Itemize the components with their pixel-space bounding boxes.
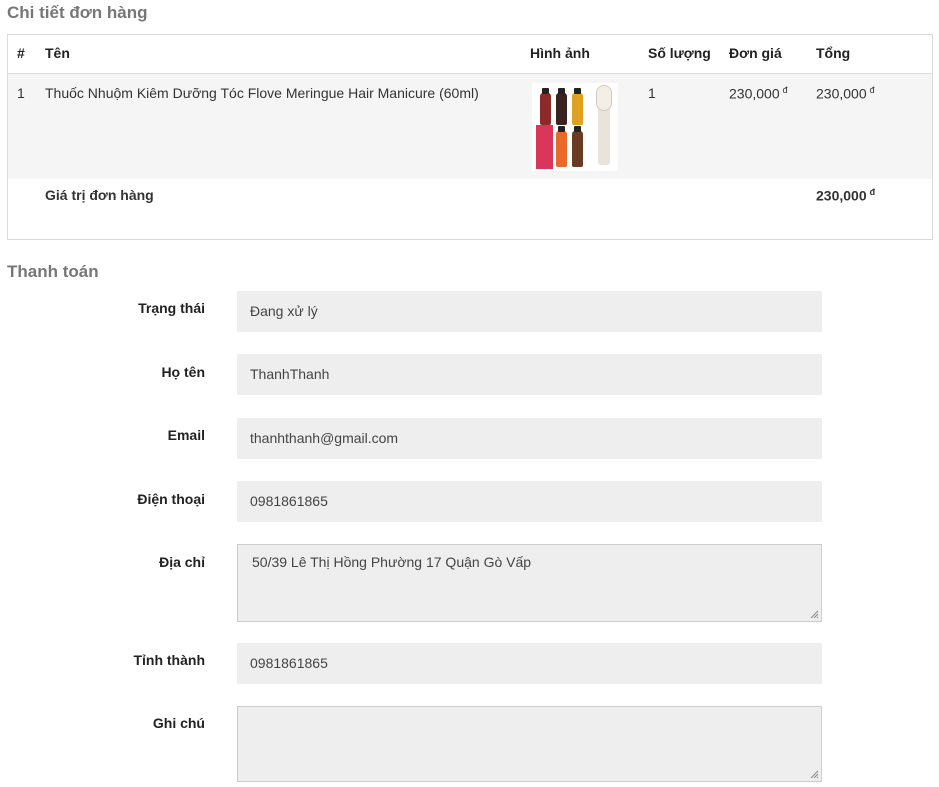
order-details-title: Chi tiết đơn hàng	[7, 3, 148, 22]
full-name-label: Họ tên	[161, 364, 205, 380]
status-field[interactable]: Đang xử lý	[237, 291, 822, 332]
address-textarea[interactable]: 50/39 Lê Thị Hồng Phường 17 Quận Gò Vấp	[237, 544, 822, 622]
item-index: 1	[17, 85, 25, 101]
item-unit-price: 230,000 đ	[729, 85, 788, 102]
address-label: Địa chỉ	[159, 554, 205, 570]
resize-handle-icon[interactable]	[810, 770, 819, 779]
bottle-icon	[556, 93, 567, 125]
col-quantity-header: Số lượng	[648, 45, 711, 61]
table-header-row: # Tên Hình ảnh Số lượng Đơn giá Tổng	[8, 35, 932, 74]
item-total-value: 230,000	[816, 85, 867, 102]
province-label: Tỉnh thành	[133, 652, 205, 668]
order-total-value: 230,000 đ	[816, 187, 875, 204]
product-box-icon	[536, 125, 553, 169]
province-field[interactable]: 0981861865	[237, 643, 822, 684]
order-total-row: Giá trị đơn hàng 230,000 đ	[8, 179, 932, 239]
currency-symbol: đ	[869, 85, 875, 95]
currency-symbol: đ	[869, 187, 876, 197]
email-label: Email	[167, 427, 205, 443]
bottle-icon	[572, 93, 583, 125]
full-name-field[interactable]: ThanhThanh	[237, 354, 822, 395]
item-name: Thuốc Nhuộm Kiêm Dưỡng Tóc Flove Meringu…	[45, 85, 479, 101]
currency-symbol: đ	[782, 85, 788, 95]
status-label: Trạng thái	[138, 300, 205, 316]
table-row: 1 Thuốc Nhuộm Kiêm Dưỡng Tóc Flove Merin…	[8, 74, 932, 179]
col-total-header: Tổng	[816, 45, 851, 61]
col-unit-price-header: Đơn giá	[729, 45, 782, 61]
bottle-icon	[556, 131, 567, 167]
unit-price-value: 230,000	[729, 85, 780, 102]
email-field[interactable]: thanhthanh@gmail.com	[237, 418, 822, 459]
payment-title: Thanh toán	[7, 262, 99, 281]
order-total-amount: 230,000	[816, 187, 867, 204]
address-value: 50/39 Lê Thị Hồng Phường 17 Quận Gò Vấp	[252, 554, 532, 570]
note-label: Ghi chú	[152, 715, 205, 731]
item-total: 230,000 đ	[816, 85, 875, 102]
order-total-label: Giá trị đơn hàng	[45, 187, 154, 203]
bottle-icon	[572, 131, 583, 167]
col-name-header: Tên	[45, 45, 70, 61]
col-index-header: #	[17, 45, 25, 61]
phone-field[interactable]: 0981861865	[237, 481, 822, 522]
col-image-header: Hình ảnh	[530, 45, 590, 61]
note-textarea[interactable]	[237, 706, 822, 782]
resize-handle-icon[interactable]	[810, 610, 819, 619]
bottle-icon	[540, 93, 551, 125]
product-image	[532, 83, 618, 171]
item-quantity: 1	[648, 85, 656, 101]
phone-label: Điện thoại	[137, 491, 205, 507]
order-table: # Tên Hình ảnh Số lượng Đơn giá Tổng 1 T…	[7, 34, 933, 240]
